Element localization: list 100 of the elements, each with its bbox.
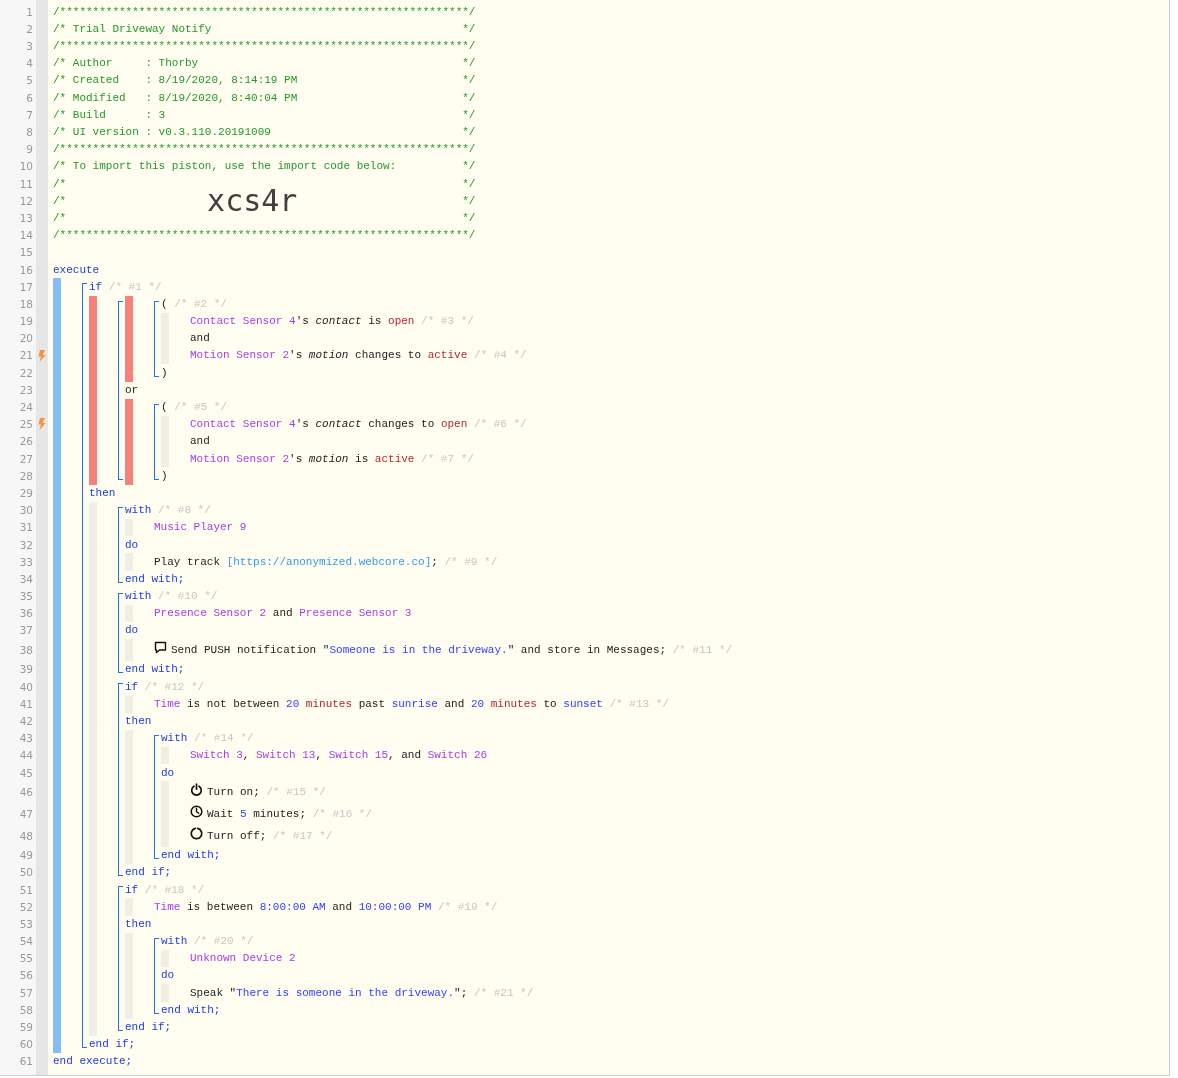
line-number: 10 — [18, 161, 34, 172]
line-number: 4 — [25, 58, 34, 69]
code-line: end if; — [125, 1020, 172, 1036]
line-number: 17 — [18, 281, 34, 293]
comment-text: */ — [462, 56, 476, 72]
line-number: 21 — [18, 350, 34, 361]
line-number: 16 — [18, 264, 34, 276]
line-number: 30 — [18, 505, 34, 516]
comment-text: /**************************************************************/ — [53, 228, 476, 244]
code-line: with /* #14 */ — [161, 731, 254, 747]
line-number: 9 — [25, 144, 34, 155]
line-number: 2 — [25, 23, 34, 35]
line-number: 41 — [18, 698, 34, 710]
code-line: end if; — [89, 1037, 136, 1053]
line-number: 20 — [18, 333, 34, 344]
comment-text: */ — [462, 176, 476, 192]
line-number: 14 — [18, 230, 34, 241]
comment-text: /* Build : 3 — [53, 107, 166, 123]
code-line: Unknown Device 2 — [190, 951, 296, 967]
line-number: 35 — [18, 591, 34, 602]
line-number: 40 — [18, 681, 34, 693]
comment-text: /* To import this piston, use the import code below: — [53, 159, 397, 175]
line-number: 43 — [18, 733, 34, 744]
line-number: 13 — [18, 213, 34, 224]
line-number: 6 — [25, 92, 34, 104]
comment-text: /* UI version : v0.3.110.20191009 — [53, 125, 271, 141]
comment-text: /**************************************************************/ — [53, 39, 476, 55]
line-number: 50 — [18, 867, 34, 878]
line-number: 26 — [18, 436, 34, 447]
code-line: Motion Sensor 2's motion changes to active /* #4 */ — [190, 348, 527, 364]
comment-text: /* Trial Driveway Notify — [53, 21, 212, 37]
comment-text: */ — [462, 73, 476, 89]
line-number: 22 — [18, 367, 34, 379]
line-number: 29 — [18, 488, 34, 499]
line-number: 12 — [18, 195, 34, 207]
line-number: 47 — [18, 808, 34, 820]
line-number: 45 — [18, 767, 34, 779]
code-line: then — [125, 714, 152, 730]
line-number: 15 — [18, 247, 34, 258]
line-number: 54 — [18, 936, 34, 947]
line-number: 51 — [18, 884, 34, 896]
line-number: 48 — [18, 830, 34, 842]
code-line: end with; — [161, 848, 221, 864]
line-number: 44 — [18, 750, 34, 761]
code-line: do — [125, 537, 139, 553]
code-line: ) — [161, 468, 168, 484]
line-number: 5 — [25, 75, 34, 86]
import-code: xcs4r — [207, 186, 298, 217]
code-line: end if; — [125, 865, 172, 881]
line-number: 53 — [18, 918, 34, 930]
line-number: 59 — [18, 1022, 34, 1033]
code-line: Switch 3, Switch 13, Switch 15, and Switch 26 — [190, 748, 488, 764]
comment-text: /* Created : 8/19/2020, 8:14:19 PM — [53, 73, 298, 89]
line-number: 1 — [25, 6, 34, 18]
line-number: 19 — [18, 316, 34, 327]
line-number: 28 — [18, 470, 34, 482]
line-number: 46 — [18, 787, 34, 798]
code-line: and — [190, 331, 210, 347]
line-number: 55 — [18, 953, 34, 964]
line-number: 7 — [25, 109, 34, 121]
code-line: Music Player 9 — [154, 520, 247, 536]
code-line: then — [125, 916, 152, 932]
line-number: 3 — [25, 41, 34, 52]
comment-text: */ — [462, 21, 476, 37]
line-number: 11 — [18, 178, 34, 190]
code-line: then — [89, 486, 116, 501]
line-number: 18 — [18, 298, 34, 310]
line-number: 52 — [18, 901, 34, 913]
line-number: 36 — [18, 608, 34, 619]
code-line: Send PUSH notification "Someone is in the driveway." and store in Messages; /* #11 */ — [171, 642, 733, 658]
comment-text: */ — [462, 211, 476, 226]
code-line: ) — [161, 365, 168, 381]
line-number: 57 — [18, 987, 34, 999]
code-line: end with; — [125, 571, 185, 587]
code-line: or — [125, 382, 139, 398]
line-number: 60 — [18, 1039, 34, 1050]
line-number: 37 — [18, 625, 34, 636]
comment-text: /* Modified : 8/19/2020, 8:40:04 PM — [53, 90, 298, 106]
code-line: Contact Sensor 4's contact is open /* #3 */ — [190, 314, 474, 330]
comment-text: /* — [53, 176, 67, 192]
line-number: 49 — [18, 850, 34, 861]
comment-text: */ — [462, 193, 476, 209]
code-line: and — [190, 434, 210, 450]
code-line: do — [161, 968, 175, 984]
code-line: Motion Sensor 2's motion is active /* #7 */ — [190, 451, 474, 467]
line-number: 56 — [18, 970, 34, 981]
comment-text: */ — [462, 125, 476, 141]
line-number: 58 — [18, 1004, 34, 1016]
comment-text: /* Author : Thorby — [53, 56, 199, 72]
code-line: do — [161, 765, 175, 781]
code-line: Presence Sensor 2 and Presence Sensor 3 — [154, 606, 412, 622]
code-line: end execute; — [53, 1054, 133, 1070]
speech-bubble-icon — [154, 641, 167, 655]
code-line: do — [125, 623, 139, 639]
line-number: 31 — [18, 522, 34, 533]
comment-text: /* — [53, 193, 67, 209]
comment-text: */ — [462, 107, 476, 123]
comment-text: /**************************************************************/ — [53, 142, 476, 158]
comment-text: /**************************************************************/ — [53, 4, 476, 20]
line-number: 39 — [18, 664, 34, 675]
